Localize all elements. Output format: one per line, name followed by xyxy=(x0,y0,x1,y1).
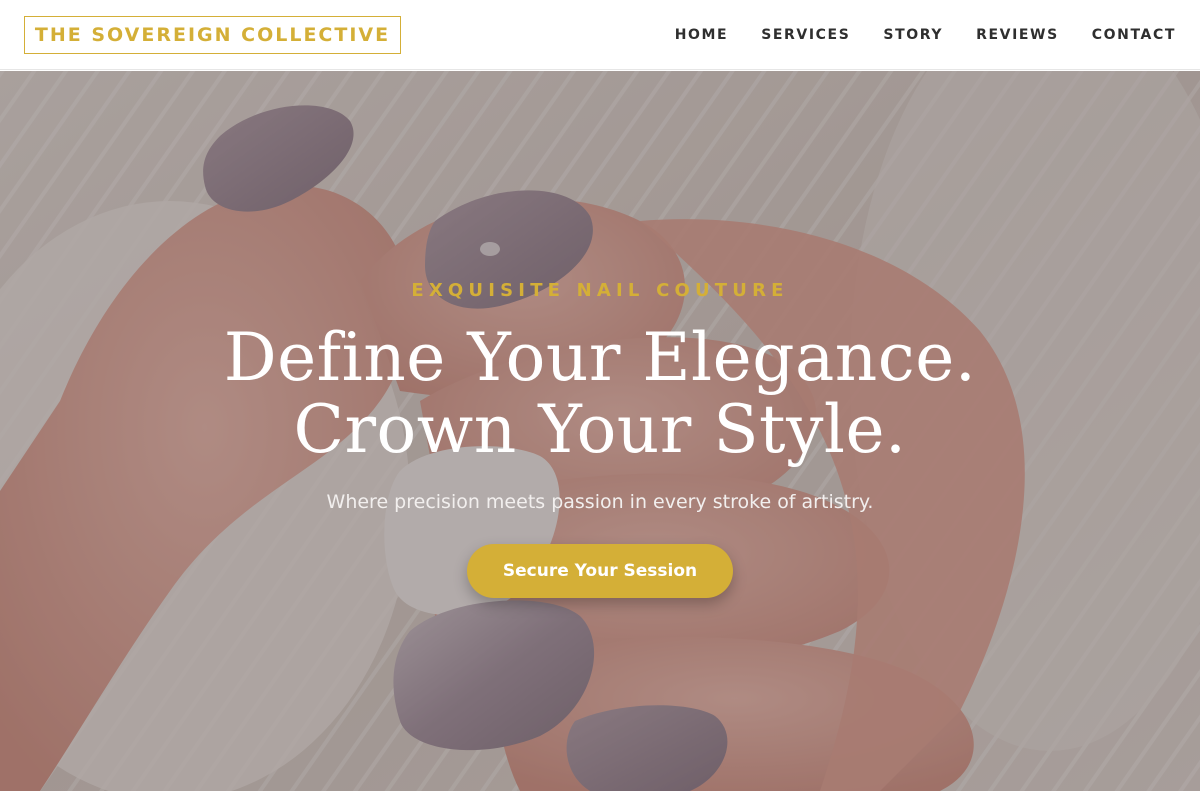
hero-content: EXQUISITE NAIL COUTURE Define Your Elega… xyxy=(0,71,1200,791)
hero-title: Define Your Elegance. Crown Your Style. xyxy=(0,322,1200,466)
hero-title-line-1: Define Your Elegance. xyxy=(223,319,977,396)
hero-eyebrow: EXQUISITE NAIL COUTURE xyxy=(411,280,789,301)
main-nav: HOME SERVICES STORY REVIEWS CONTACT xyxy=(675,0,1176,70)
hero-section: EXQUISITE NAIL COUTURE Define Your Elega… xyxy=(0,71,1200,791)
site-header: THE SOVEREIGN COLLECTIVE HOME SERVICES S… xyxy=(0,0,1200,70)
nav-link-home[interactable]: HOME xyxy=(675,27,729,43)
nav-link-story[interactable]: STORY xyxy=(883,27,943,43)
page-bottom-strip xyxy=(0,791,1200,800)
nav-link-reviews[interactable]: REVIEWS xyxy=(976,27,1059,43)
nav-link-contact[interactable]: CONTACT xyxy=(1092,27,1176,43)
secure-session-button[interactable]: Secure Your Session xyxy=(467,544,733,598)
hero-subtitle: Where precision meets passion in every s… xyxy=(326,491,874,513)
logo[interactable]: THE SOVEREIGN COLLECTIVE xyxy=(24,16,401,54)
hero-title-line-2: Crown Your Style. xyxy=(293,391,907,468)
nav-link-services[interactable]: SERVICES xyxy=(761,27,850,43)
